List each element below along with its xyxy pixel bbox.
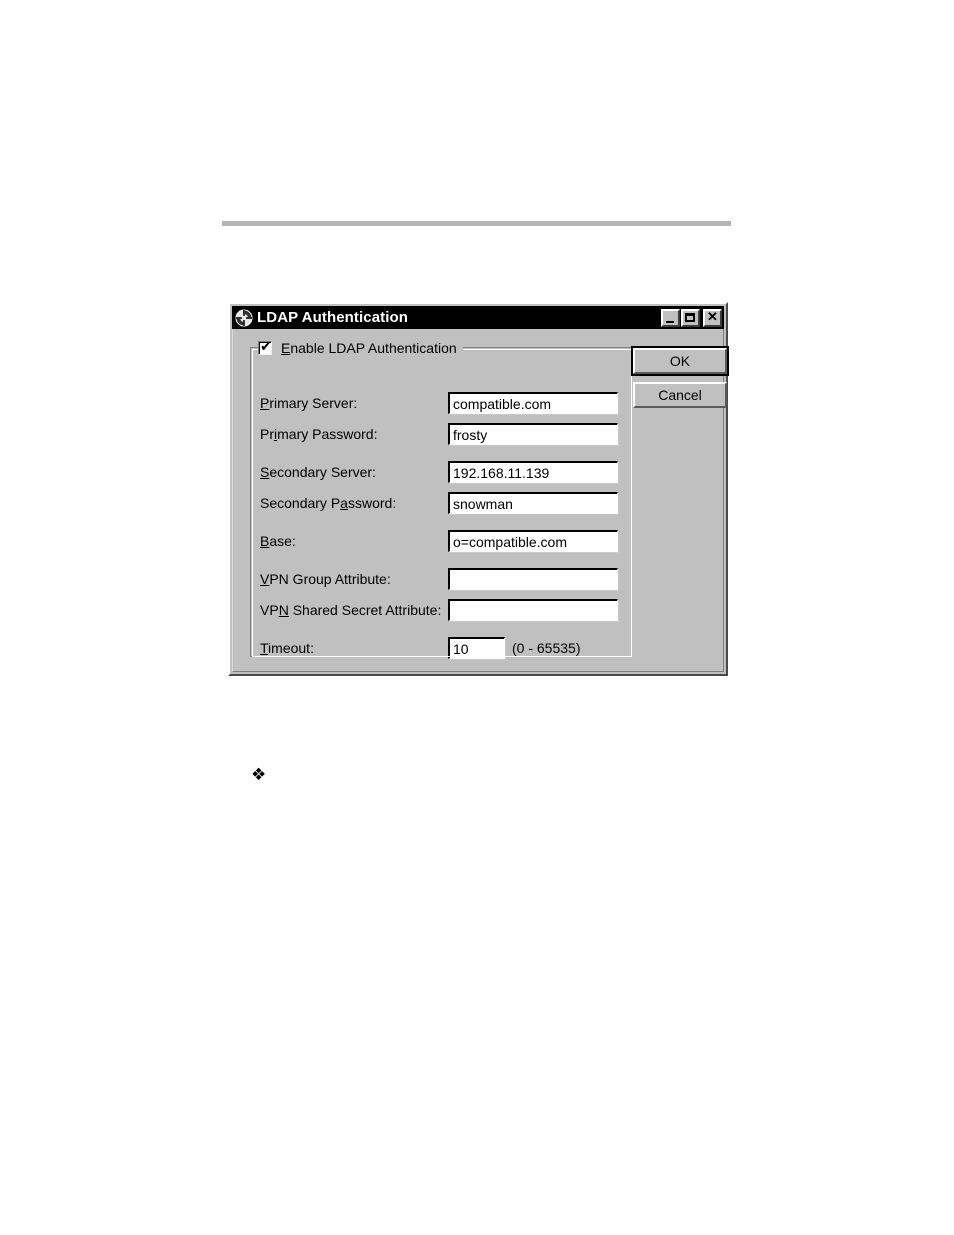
primary-server-label: Primary Server: bbox=[260, 395, 358, 411]
primary-server-input[interactable]: compatible.com bbox=[448, 392, 618, 414]
primary-server-value: compatible.com bbox=[453, 396, 552, 412]
vpn-shared-secret-attribute-input[interactable] bbox=[448, 599, 618, 621]
dialog-title: LDAP Authentication bbox=[257, 309, 409, 326]
timeout-range-hint: (0 - 65535) bbox=[512, 640, 581, 656]
ok-button[interactable]: OK bbox=[631, 346, 729, 376]
timeout-input[interactable]: 10 bbox=[448, 637, 505, 659]
page-horizontal-rule bbox=[222, 221, 731, 226]
globe-icon bbox=[235, 309, 253, 327]
secondary-password-label: Secondary Password: bbox=[260, 495, 397, 511]
ldap-authentication-dialog: LDAP Authentication ✕ ✔ Enable LDAP Auth… bbox=[228, 302, 729, 676]
dialog-client-area: ✔ Enable LDAP Authentication Primary Ser… bbox=[233, 330, 729, 671]
minimize-icon bbox=[666, 320, 674, 323]
section-bullet-icon: ❖ bbox=[251, 765, 267, 785]
window-controls: ✕ bbox=[661, 308, 722, 327]
checkmark-icon: ✔ bbox=[260, 339, 272, 355]
primary-password-value: frosty bbox=[453, 427, 488, 443]
timeout-label: Timeout: bbox=[260, 640, 314, 656]
secondary-password-value: snowman bbox=[453, 496, 513, 512]
primary-password-input[interactable]: frosty bbox=[448, 423, 618, 445]
checkbox-box[interactable]: ✔ bbox=[258, 339, 272, 355]
secondary-server-input[interactable]: 192.168.11.139 bbox=[448, 461, 618, 483]
vpn-shared-secret-attribute-value bbox=[450, 601, 617, 603]
base-value: o=compatible.com bbox=[453, 534, 568, 550]
cancel-button[interactable]: Cancel bbox=[633, 382, 727, 408]
secondary-password-input[interactable]: snowman bbox=[448, 492, 618, 514]
vpn-shared-secret-attribute-label: VPN Shared Secret Attribute: bbox=[260, 602, 442, 618]
dialog-titlebar[interactable]: LDAP Authentication ✕ bbox=[232, 306, 724, 329]
timeout-value: 10 bbox=[453, 641, 469, 657]
secondary-server-value: 192.168.11.139 bbox=[453, 465, 550, 481]
maximize-button[interactable] bbox=[681, 308, 700, 327]
vpn-group-attribute-label: VPN Group Attribute: bbox=[260, 571, 391, 587]
close-icon: ✕ bbox=[707, 308, 718, 324]
enable-ldap-groupbox: ✔ Enable LDAP Authentication Primary Ser… bbox=[250, 339, 632, 659]
base-label: Base: bbox=[260, 533, 296, 549]
enable-ldap-authentication-checkbox[interactable]: ✔ Enable LDAP Authentication bbox=[258, 339, 463, 357]
vpn-group-attribute-input[interactable] bbox=[448, 568, 618, 590]
minimize-button[interactable] bbox=[661, 308, 680, 327]
base-input[interactable]: o=compatible.com bbox=[448, 530, 618, 552]
primary-password-label: Primary Password: bbox=[260, 426, 378, 442]
secondary-server-label: Secondary Server: bbox=[260, 464, 376, 480]
maximize-icon bbox=[685, 312, 695, 322]
enable-ldap-authentication-label: Enable LDAP Authentication bbox=[281, 340, 457, 356]
close-button[interactable]: ✕ bbox=[703, 308, 722, 327]
vpn-group-attribute-value bbox=[450, 570, 617, 572]
